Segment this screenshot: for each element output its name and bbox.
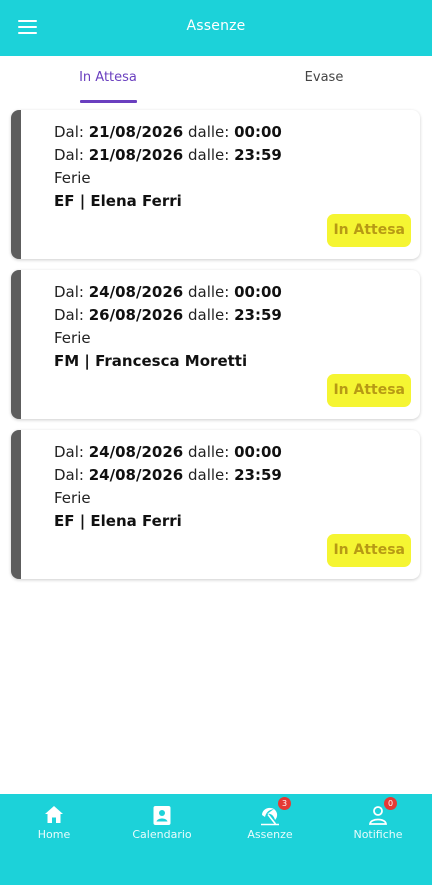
start-time: 00:00 [234,123,282,141]
time-label: dalle: [187,123,230,141]
page-title: Assenze [186,18,246,34]
end-date: 24/08/2026 [88,466,184,484]
from-label: Dal: [54,466,84,484]
nav-home-label: Home [37,828,71,841]
from-label: Dal: [54,123,84,141]
nav-assenze[interactable]: 3 Assenze [216,794,324,854]
start-time: 00:00 [234,283,282,301]
time-label: dalle: [187,306,230,324]
end-date: 26/08/2026 [88,306,184,324]
nav-notifiche[interactable]: 0 Notifiche [324,794,432,854]
tab-bar: In Attesa Evase [0,56,432,104]
home-icon [45,806,63,823]
nav-notifiche-label: Notifiche [353,828,403,841]
end-time: 23:59 [234,306,282,324]
end-time: 23:59 [234,466,282,484]
nav-home[interactable]: Home [0,794,108,854]
end-line: Dal: 26/08/2026 dalle: 23:59 [54,306,282,324]
end-line: Dal: 24/08/2026 dalle: 23:59 [54,466,282,484]
calendar-icon [153,806,171,825]
status-badge: In Attesa [327,214,411,247]
nav-calendario-label: Calendario [132,828,192,841]
nav-assenze-badge: 3 [278,797,291,810]
bottom-navigation: Home Calendario 3 Assenze 0 Notifiche [0,794,432,885]
absence-type: Ferie [54,169,91,187]
from-label: Dal: [54,306,84,324]
employee-name: EF | Elena Ferri [54,192,182,210]
employee-name: EF | Elena Ferri [54,512,182,530]
from-label: Dal: [54,283,84,301]
time-label: dalle: [187,443,230,461]
app-header: Assenze [0,0,432,56]
absence-card[interactable]: Dal: 21/08/2026 dalle: 00:00 Dal: 21/08/… [11,110,420,259]
time-label: dalle: [187,283,230,301]
from-label: Dal: [54,443,84,461]
absence-type: Ferie [54,329,91,347]
beach-umbrella-icon [261,807,279,826]
start-date: 24/08/2026 [88,283,184,301]
time-label: dalle: [187,466,230,484]
end-time: 23:59 [234,146,282,164]
end-date: 21/08/2026 [88,146,184,164]
absence-type: Ferie [54,489,91,507]
tab-evase[interactable]: Evase [216,56,432,104]
start-date: 24/08/2026 [88,443,184,461]
employee-name: FM | Francesca Moretti [54,352,248,370]
status-badge: In Attesa [327,534,411,567]
status-badge: In Attesa [327,374,411,407]
start-line: Dal: 21/08/2026 dalle: 00:00 [54,123,282,141]
absence-card[interactable]: Dal: 24/08/2026 dalle: 00:00 Dal: 24/08/… [11,430,420,579]
nav-calendario[interactable]: Calendario [108,794,216,854]
start-line: Dal: 24/08/2026 dalle: 00:00 [54,443,282,461]
start-time: 00:00 [234,443,282,461]
tab-in-attesa[interactable]: In Attesa [0,56,216,104]
end-line: Dal: 21/08/2026 dalle: 23:59 [54,146,282,164]
start-date: 21/08/2026 [88,123,184,141]
active-tab-indicator [80,100,137,103]
nav-assenze-label: Assenze [247,828,293,841]
time-label: dalle: [187,146,230,164]
from-label: Dal: [54,146,84,164]
start-line: Dal: 24/08/2026 dalle: 00:00 [54,283,282,301]
absence-card[interactable]: Dal: 24/08/2026 dalle: 00:00 Dal: 26/08/… [11,270,420,419]
nav-notifiche-badge: 0 [384,797,397,810]
